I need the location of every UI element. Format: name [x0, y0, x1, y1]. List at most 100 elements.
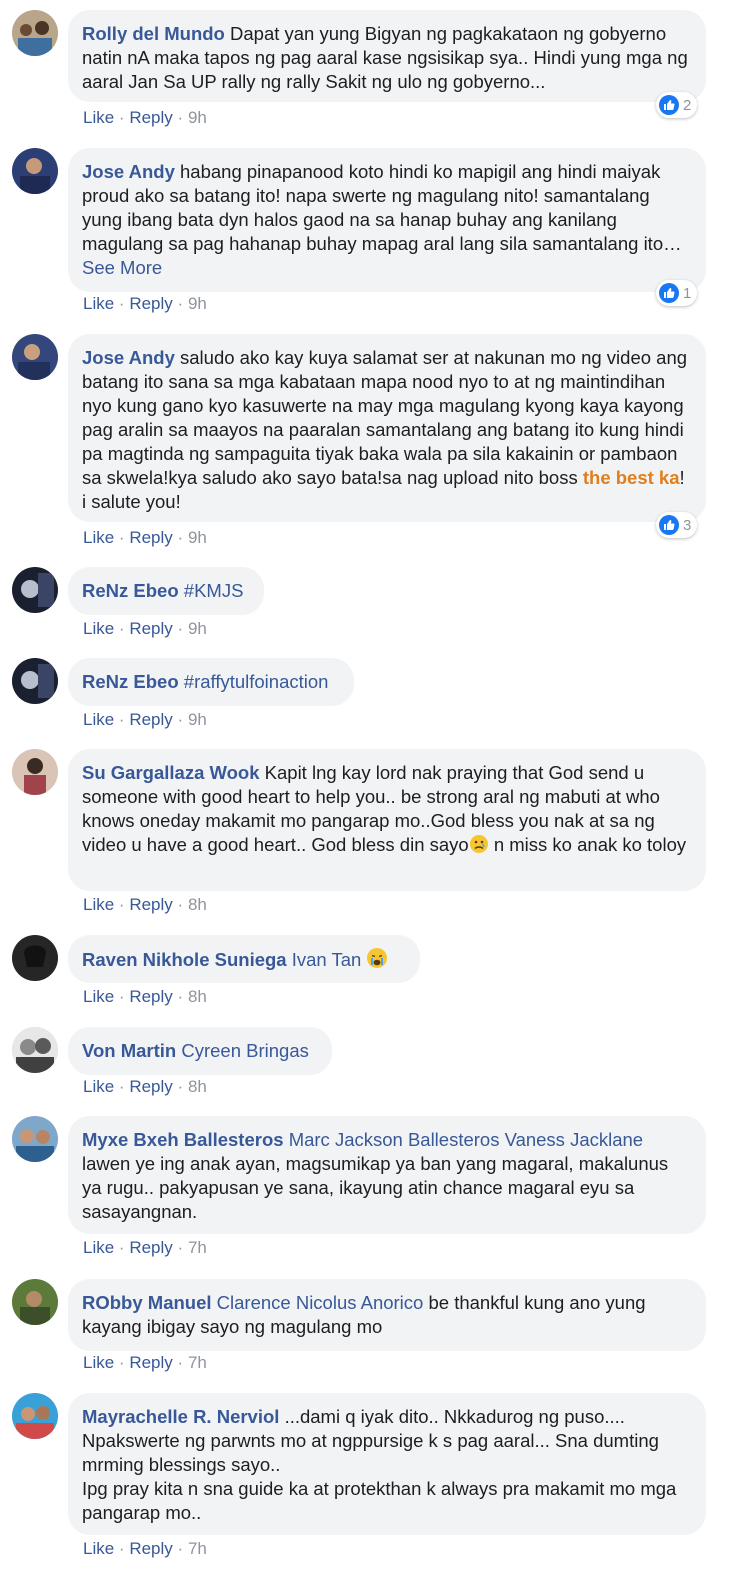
timestamp[interactable]: 7h [188, 1353, 207, 1372]
avatar[interactable] [12, 1279, 58, 1325]
reply-link[interactable]: Reply [129, 108, 172, 127]
separator: · [118, 895, 125, 914]
avatar[interactable] [12, 935, 58, 981]
tagged-user[interactable]: Clarence Nicolus Anorico [217, 1292, 424, 1313]
comment-text-line2: Ipg pray kita n sna guide ka at protekth… [82, 1478, 677, 1523]
reply-link[interactable]: Reply [129, 528, 172, 547]
timestamp[interactable]: 8h [188, 895, 207, 914]
like-reaction-icon [659, 515, 679, 535]
timestamp[interactable]: 8h [188, 1077, 207, 1096]
comment-actions: Like · Reply · 9h [83, 294, 207, 314]
comment-author[interactable]: ReNz Ebeo [82, 580, 179, 601]
comment-author[interactable]: Rolly del Mundo [82, 23, 225, 44]
comment-actions: Like · Reply · 9h [83, 619, 207, 639]
separator: · [118, 1238, 125, 1257]
comment-author[interactable]: ReNz Ebeo [82, 671, 179, 692]
comment-author[interactable]: Jose Andy [82, 161, 175, 182]
like-link[interactable]: Like [83, 1353, 114, 1372]
comment-author[interactable]: Myxe Bxeh Ballesteros [82, 1129, 284, 1150]
comment-actions: Like · Reply · 9h [83, 528, 207, 548]
comment-bubble: Von Martin Cyreen Bringas [68, 1027, 332, 1075]
comment-bubble: RObby Manuel Clarence Nicolus Anorico be… [68, 1279, 706, 1351]
comment-actions: Like · Reply · 9h [83, 710, 207, 730]
reaction-count[interactable]: 3 [656, 512, 698, 538]
hashtag[interactable]: #KMJS [184, 580, 244, 601]
timestamp[interactable]: 7h [188, 1539, 207, 1558]
reply-link[interactable]: Reply [129, 619, 172, 638]
reaction-number: 2 [683, 96, 692, 114]
like-link[interactable]: Like [83, 1539, 114, 1558]
reply-link[interactable]: Reply [129, 294, 172, 313]
comment-author[interactable]: Su Gargallaza Wook [82, 762, 260, 783]
comment-bubble: Jose Andy habang pinapanood koto hindi k… [68, 148, 706, 292]
timestamp[interactable]: 9h [188, 710, 207, 729]
comment-author[interactable]: Mayrachelle R. Nerviol [82, 1406, 279, 1427]
reply-link[interactable]: Reply [129, 710, 172, 729]
avatar[interactable] [12, 148, 58, 194]
avatar[interactable] [12, 749, 58, 795]
see-more-link[interactable]: See More [82, 257, 162, 278]
comment-text-end: n miss ko anak ko toloy [488, 834, 687, 855]
avatar[interactable] [12, 567, 58, 613]
comment-actions: Like · Reply · 8h [83, 895, 207, 915]
comment-bubble: Raven Nikhole Suniega Ivan Tan [68, 935, 420, 983]
reply-link[interactable]: Reply [129, 1353, 172, 1372]
like-link[interactable]: Like [83, 619, 114, 638]
avatar[interactable] [12, 658, 58, 704]
reply-link[interactable]: Reply [129, 987, 172, 1006]
like-link[interactable]: Like [83, 294, 114, 313]
comment-actions: Like · Reply · 8h [83, 1077, 207, 1097]
avatar[interactable] [12, 10, 58, 56]
timestamp[interactable]: 9h [188, 619, 207, 638]
separator: · [177, 895, 184, 914]
like-link[interactable]: Like [83, 987, 114, 1006]
reply-link[interactable]: Reply [129, 1539, 172, 1558]
tagged-user[interactable]: Ivan Tan [292, 949, 362, 970]
comment-actions: Like · Reply · 7h [83, 1238, 207, 1258]
reaction-count[interactable]: 2 [656, 92, 698, 118]
tagged-user[interactable]: Marc Jackson Ballesteros Vaness Jacklane [289, 1129, 643, 1150]
reaction-count[interactable]: 1 [656, 280, 698, 306]
comment-bubble: Mayrachelle R. Nerviol ...dami q iyak di… [68, 1393, 706, 1535]
timestamp[interactable]: 7h [188, 1238, 207, 1257]
like-link[interactable]: Like [83, 108, 114, 127]
like-link[interactable]: Like [83, 1238, 114, 1257]
separator: · [177, 1353, 184, 1372]
comment-author[interactable]: Jose Andy [82, 347, 175, 368]
reply-link[interactable]: Reply [129, 895, 172, 914]
separator: · [177, 108, 184, 127]
separator: · [118, 619, 125, 638]
separator: · [177, 710, 184, 729]
sad-emoji-icon [469, 834, 489, 860]
comment-bubble: Rolly del Mundo Dapat yan yung Bigyan ng… [68, 10, 706, 102]
reply-link[interactable]: Reply [129, 1238, 172, 1257]
separator: · [118, 1077, 125, 1096]
hashtag[interactable]: #raffytulfoinaction [184, 671, 329, 692]
comment-bubble: Jose Andy saludo ako kay kuya salamat se… [68, 334, 706, 522]
tagged-user[interactable]: Cyreen Bringas [181, 1040, 309, 1061]
separator: · [177, 528, 184, 547]
comment-author[interactable]: RObby Manuel [82, 1292, 212, 1313]
like-link[interactable]: Like [83, 1077, 114, 1096]
comment-actions: Like · Reply · 7h [83, 1353, 207, 1373]
timestamp[interactable]: 9h [188, 528, 207, 547]
timestamp[interactable]: 9h [188, 294, 207, 313]
reaction-number: 3 [683, 516, 692, 534]
avatar[interactable] [12, 1116, 58, 1162]
avatar[interactable] [12, 334, 58, 380]
like-link[interactable]: Like [83, 710, 114, 729]
timestamp[interactable]: 8h [188, 987, 207, 1006]
reply-link[interactable]: Reply [129, 1077, 172, 1096]
avatar[interactable] [12, 1393, 58, 1439]
comment-actions: Like · Reply · 9h [83, 108, 207, 128]
comment-author[interactable]: Raven Nikhole Suniega [82, 949, 287, 970]
like-link[interactable]: Like [83, 895, 114, 914]
like-link[interactable]: Like [83, 528, 114, 547]
avatar[interactable] [12, 1027, 58, 1073]
timestamp[interactable]: 9h [188, 108, 207, 127]
comment-author[interactable]: Von Martin [82, 1040, 176, 1061]
separator: · [118, 710, 125, 729]
comment-bubble: Myxe Bxeh Ballesteros Marc Jackson Balle… [68, 1116, 706, 1234]
comment-bubble: ReNz Ebeo #KMJS [68, 567, 264, 615]
separator: · [118, 294, 125, 313]
